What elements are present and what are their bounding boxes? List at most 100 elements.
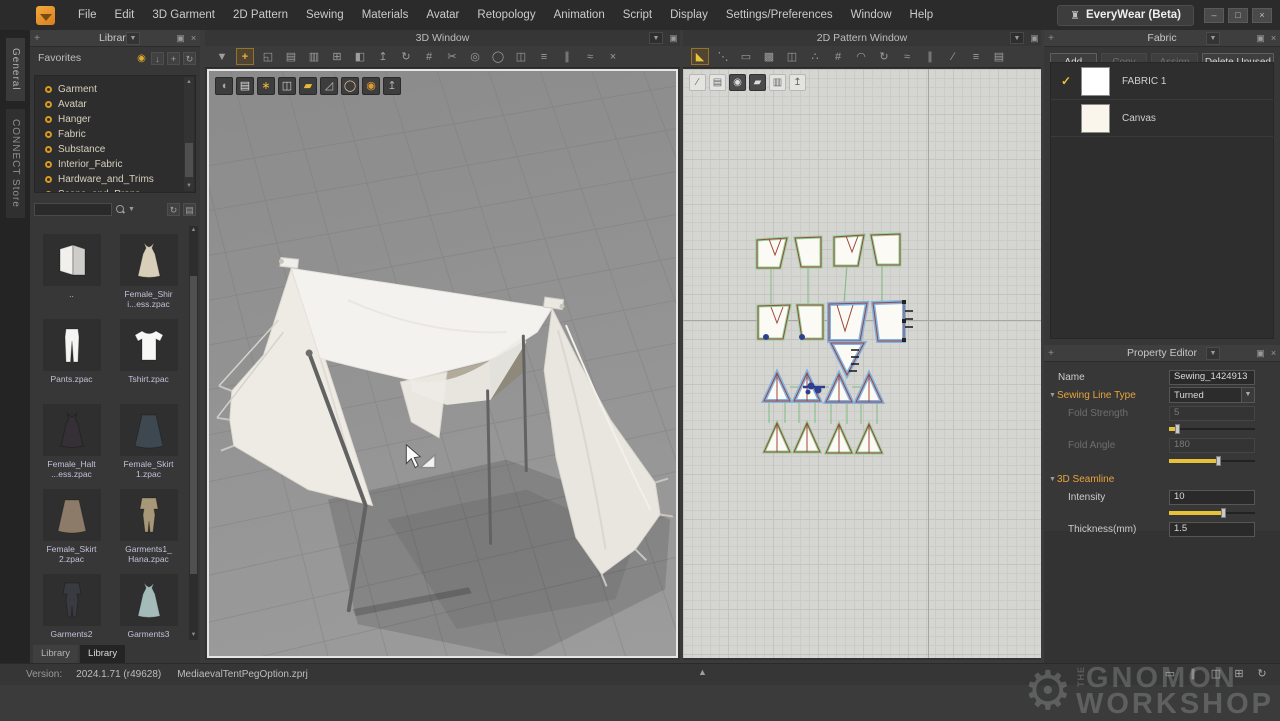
2d-pattern-canvas[interactable]: ∕ ▤ ◉ ▰ ▥ ↥ [683, 69, 1041, 658]
3d-tool-button[interactable]: ↥ [374, 48, 392, 65]
chevron-down-icon[interactable]: ▼ [1206, 347, 1220, 360]
menu-item[interactable]: Help [901, 0, 943, 30]
scroll-up-icon[interactable]: ▲ [189, 226, 198, 235]
scroll-down-icon[interactable]: ▼ [184, 181, 194, 191]
2d-display-toggle-icon[interactable]: ▰ [749, 74, 766, 91]
search-icon[interactable] [115, 204, 125, 214]
chevron-down-icon[interactable]: ▼ [1206, 32, 1220, 45]
scrollbar-thumb[interactable] [185, 143, 193, 177]
asset-item[interactable]: Female_Shir i...ess.zpac [111, 234, 186, 319]
menu-item[interactable]: Materials [353, 0, 418, 30]
3d-tool-button[interactable]: ▥ [305, 48, 323, 65]
library-category-item[interactable]: Fabric [45, 127, 195, 142]
favorites-tool-icon[interactable]: ↻ [183, 52, 196, 65]
library-search-input[interactable] [34, 203, 112, 216]
chevron-down-icon[interactable]: ▼ [1241, 388, 1254, 402]
close-panel-icon[interactable]: × [1267, 348, 1280, 358]
2d-tool-button[interactable]: ∥ [921, 48, 939, 65]
fold-angle-slider[interactable] [1169, 455, 1255, 466]
favorites-tool-icon[interactable]: ◉ [135, 52, 148, 65]
2d-tool-button[interactable]: ◫ [783, 48, 801, 65]
asset-item[interactable]: Garments2 [34, 574, 109, 640]
statusbar-tool-icon[interactable]: ↻ [1254, 666, 1270, 682]
menu-item[interactable]: Display [661, 0, 717, 30]
window-control-button[interactable]: □ [1228, 8, 1248, 23]
3d-tool-button[interactable]: × [604, 48, 622, 65]
2d-tool-button[interactable]: ∴ [806, 48, 824, 65]
statusbar-tool-icon[interactable]: ◫ [1208, 666, 1224, 682]
2d-tool-button[interactable]: ▤ [990, 48, 1008, 65]
statusbar-tool-icon[interactable]: ∥ [1185, 666, 1201, 682]
2d-tool-button[interactable]: ≈ [898, 48, 916, 65]
3d-display-toggle-icon[interactable]: ◯ [341, 77, 359, 95]
3d-tool-button[interactable]: ≈ [581, 48, 599, 65]
2d-tool-button[interactable]: # [829, 48, 847, 65]
library-category-item[interactable]: Scene_and_Props [45, 187, 195, 193]
3d-display-toggle-icon[interactable]: ◫ [278, 77, 296, 95]
chevron-down-icon[interactable]: ▼ [1010, 32, 1024, 44]
thickness-input[interactable]: 1.5 [1169, 522, 1255, 537]
library-tab[interactable]: Library [80, 645, 125, 663]
menu-item[interactable]: Avatar [417, 0, 468, 30]
3d-tool-button[interactable]: + [236, 48, 254, 65]
3d-display-toggle-icon[interactable]: ▤ [236, 77, 254, 95]
fold-strength-slider[interactable] [1169, 423, 1255, 434]
asset-item[interactable]: Female_Skirt 2.zpac [34, 489, 109, 574]
2d-tool-button[interactable]: ◠ [852, 48, 870, 65]
search-options-icon[interactable]: ▼ [128, 206, 135, 213]
intensity-slider[interactable] [1169, 507, 1255, 518]
3d-viewport-canvas[interactable]: ◖ ▤ ∗ ◫ ▰ ◿ ◯ ◉ ↥ [207, 69, 678, 658]
menu-item[interactable]: File [69, 0, 106, 30]
library-category-item[interactable]: Avatar [45, 97, 195, 112]
2d-tool-button[interactable]: ▩ [760, 48, 778, 65]
panel-pin-icon[interactable]: + [30, 33, 44, 44]
close-panel-icon[interactable]: × [187, 33, 200, 43]
scrollbar-thumb[interactable] [190, 276, 197, 574]
2d-tool-button[interactable]: ∕ [944, 48, 962, 65]
3d-display-toggle-icon[interactable]: ◖ [215, 77, 233, 95]
menu-item[interactable]: Edit [106, 0, 144, 30]
3d-tool-button[interactable]: ↻ [397, 48, 415, 65]
chevron-down-icon[interactable]: ▼ [649, 32, 663, 44]
3d-tool-button[interactable]: ✂ [443, 48, 461, 65]
2d-display-toggle-icon[interactable]: ▤ [709, 74, 726, 91]
everywear-button[interactable]: ♜ EveryWear (Beta) [1057, 5, 1194, 26]
library-view-tool-icon[interactable]: ↻ [167, 203, 180, 216]
asset-item[interactable]: Tshirt.zpac [111, 319, 186, 404]
menu-item[interactable]: Settings/Preferences [717, 0, 842, 30]
collapse-caret-icon[interactable]: ▼ [1049, 392, 1057, 399]
fabric-row[interactable]: ✓ FABRIC 1 [1051, 63, 1273, 100]
2d-tool-button[interactable]: ▭ [737, 48, 755, 65]
3d-tool-button[interactable]: ◫ [512, 48, 530, 65]
2d-tool-button[interactable]: ≡ [967, 48, 985, 65]
float-window-icon[interactable]: ▣ [667, 33, 680, 44]
float-panel-icon[interactable]: ▣ [1254, 348, 1267, 359]
asset-item[interactable]: .. [34, 234, 109, 319]
menu-item[interactable]: 2D Pattern [224, 0, 297, 30]
asset-item[interactable]: Female_Skirt 1.zpac [111, 404, 186, 489]
3d-display-toggle-icon[interactable]: ◉ [362, 77, 380, 95]
2d-tool-button[interactable]: ◣ [691, 48, 709, 65]
3d-display-toggle-icon[interactable]: ◿ [320, 77, 338, 95]
favorites-tool-icon[interactable]: + [167, 52, 180, 65]
float-panel-icon[interactable]: ▣ [1254, 33, 1267, 44]
menu-item[interactable]: Script [614, 0, 661, 30]
3d-tool-button[interactable]: ▤ [282, 48, 300, 65]
collapse-panel-icon[interactable]: ▲ [698, 667, 707, 677]
library-category-item[interactable]: Substance [45, 142, 195, 157]
3d-tool-button[interactable]: ▼ [213, 48, 231, 65]
asset-item[interactable]: Pants.zpac [34, 319, 109, 404]
close-panel-icon[interactable]: × [1267, 33, 1280, 43]
category-scrollbar[interactable]: ▲ ▼ [184, 77, 194, 191]
panel-pin-icon[interactable]: + [1044, 348, 1058, 359]
3d-tool-button[interactable]: ◎ [466, 48, 484, 65]
2d-display-toggle-icon[interactable]: ▥ [769, 74, 786, 91]
sewing-name-input[interactable]: Sewing_1424913 [1169, 370, 1255, 385]
menu-item[interactable]: Retopology [468, 0, 544, 30]
asset-item[interactable]: Female_Halt ...ess.zpac [34, 404, 109, 489]
intensity-input[interactable]: 10 [1169, 490, 1255, 505]
panel-pin-icon[interactable]: + [1044, 33, 1058, 44]
menu-item[interactable]: Window [842, 0, 901, 30]
dock-tab-general[interactable]: General [6, 38, 25, 101]
scroll-down-icon[interactable]: ▼ [189, 631, 198, 640]
